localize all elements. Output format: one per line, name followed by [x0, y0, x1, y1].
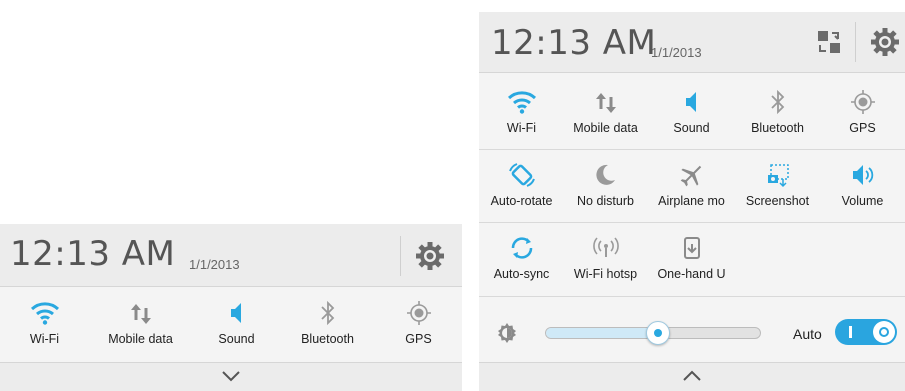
sync-icon — [511, 237, 532, 259]
tile-label: Auto-sync — [493, 267, 550, 281]
status-header: 12:13 AM 1/1/2013 — [0, 224, 462, 287]
quick-panel-collapsed: 12:13 AM 1/1/2013 Wi-Fi Mobile data Soun… — [0, 224, 462, 391]
wifi-icon — [507, 91, 536, 114]
settings-gear-icon[interactable] — [869, 26, 901, 58]
row-divider — [479, 296, 905, 297]
tile-label: Bluetooth — [301, 332, 354, 346]
gps-icon — [406, 301, 431, 325]
toggle-mobile-data[interactable]: Mobile data — [98, 290, 183, 358]
tile-label: Mobile data — [108, 332, 173, 346]
tile-label: No disturb — [577, 194, 634, 208]
row-divider — [479, 222, 905, 223]
airplane-icon — [680, 165, 701, 187]
tile-label: GPS — [849, 121, 876, 135]
toggle-gps[interactable]: GPS — [376, 290, 461, 358]
settings-gear-icon[interactable] — [414, 240, 446, 272]
collapse-bar[interactable] — [479, 362, 905, 391]
divider — [855, 22, 856, 62]
toggle-mobile-data[interactable]: Mobile data — [563, 79, 648, 147]
brightness-icon — [495, 321, 519, 345]
expand-bar[interactable] — [0, 362, 462, 391]
brightness-slider-thumb[interactable] — [646, 321, 671, 345]
hotspot-icon — [592, 237, 619, 257]
toggle-bluetooth[interactable]: Bluetooth — [735, 79, 820, 147]
clock-date: 1/1/2013 — [651, 45, 702, 60]
sound-icon — [685, 92, 696, 112]
tile-label: Screenshot — [745, 194, 810, 208]
mobile-data-icon — [595, 93, 616, 113]
tile-label: Bluetooth — [751, 121, 804, 135]
wifi-icon — [30, 302, 59, 325]
gps-icon — [850, 90, 875, 114]
tile-label: Auto-rotate — [490, 194, 553, 208]
row-divider — [479, 149, 905, 150]
quick-panel-expanded: 12:13 AM 1/1/2013 Wi-Fi Mobile data Soun… — [479, 12, 905, 391]
mobile-data-icon — [130, 304, 151, 324]
toggle-sound[interactable]: Sound — [649, 79, 734, 147]
clock-time: 12:13 AM — [491, 23, 657, 63]
screenshot-icon — [767, 164, 789, 188]
toggle-sound[interactable]: Sound — [194, 290, 279, 358]
auto-rotate-icon — [508, 163, 535, 187]
one-hand-icon — [683, 237, 700, 259]
tile-label: Sound — [218, 332, 255, 346]
brightness-auto-label: Auto — [793, 326, 822, 342]
tile-label: Airplane mo — [658, 194, 725, 208]
tile-label: Volume — [841, 194, 884, 208]
moon-icon — [595, 164, 615, 185]
volume-icon — [852, 165, 873, 185]
tile-label: GPS — [405, 332, 432, 346]
brightness-auto-toggle[interactable] — [835, 319, 897, 345]
toggle-wifi[interactable]: Wi-Fi — [479, 79, 564, 147]
tile-label: Sound — [673, 121, 710, 135]
divider — [400, 236, 401, 276]
clock-time: 12:13 AM — [10, 234, 176, 274]
tile-label: Wi-Fi hotsp — [573, 267, 638, 281]
brightness-slider-fill — [546, 328, 658, 338]
tile-label: One-hand U — [657, 267, 726, 281]
bluetooth-icon — [320, 300, 334, 326]
panel-edit-switch-icon[interactable] — [815, 28, 843, 56]
clock-date: 1/1/2013 — [189, 257, 240, 272]
toggle-no-disturb[interactable]: No disturb — [563, 152, 648, 220]
chevron-down-icon[interactable] — [221, 370, 241, 382]
toggle-wifi[interactable]: Wi-Fi — [2, 290, 87, 358]
toggle-auto-sync[interactable]: Auto-sync — [479, 225, 564, 293]
chevron-up-icon[interactable] — [682, 370, 702, 382]
toggle-one-hand[interactable]: One-hand U — [649, 225, 734, 293]
toggle-bluetooth[interactable]: Bluetooth — [285, 290, 370, 358]
bluetooth-icon — [770, 89, 784, 115]
tile-label: Mobile data — [573, 121, 638, 135]
screenshot-button[interactable]: Screenshot — [735, 152, 820, 220]
toggle-wifi-hotspot[interactable]: Wi-Fi hotsp — [563, 225, 648, 293]
tile-label: Wi-Fi — [29, 332, 60, 346]
status-header: 12:13 AM 1/1/2013 — [479, 12, 905, 73]
sound-icon — [230, 303, 241, 323]
toggle-gps[interactable]: GPS — [820, 79, 905, 147]
tile-label: Wi-Fi — [506, 121, 537, 135]
brightness-slider[interactable] — [545, 321, 761, 345]
toggle-auto-rotate[interactable]: Auto-rotate — [479, 152, 564, 220]
volume-button[interactable]: Volume — [820, 152, 905, 220]
toggle-airplane-mode[interactable]: Airplane mo — [649, 152, 734, 220]
